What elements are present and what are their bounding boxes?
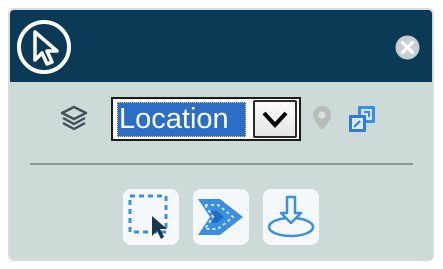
layer-select-value[interactable]: Location	[117, 102, 246, 137]
dashed-rectangle-cursor-icon	[128, 194, 168, 239]
layers-stack-icon	[60, 105, 88, 131]
buffer-tool-button[interactable]	[193, 189, 249, 245]
divider	[30, 163, 413, 165]
extract-download-tool-button[interactable]	[263, 189, 319, 245]
buffer-chevron-icon	[198, 199, 243, 235]
zoom-to-extent-icon[interactable]	[347, 104, 377, 134]
layer-select[interactable]: Location	[111, 97, 301, 141]
panel-header	[10, 10, 432, 82]
pointer-arrow-circle-icon	[17, 20, 71, 74]
select-rectangle-tool-button[interactable]	[123, 189, 179, 245]
chevron-down-icon	[262, 111, 288, 128]
dropdown-button[interactable]	[253, 100, 297, 138]
close-button[interactable]	[395, 35, 420, 60]
map-pin-icon	[313, 106, 331, 130]
layer-row: Location	[10, 94, 432, 142]
selection-tool-panel: Location	[8, 8, 434, 261]
download-arrow-plane-icon	[267, 195, 315, 238]
